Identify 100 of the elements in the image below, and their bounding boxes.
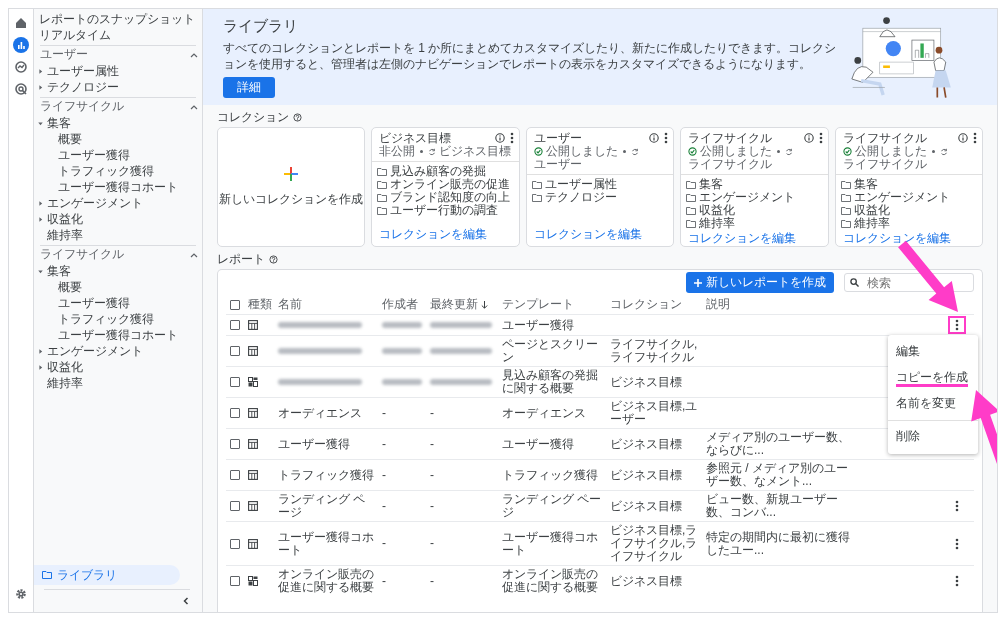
caret-right-icon[interactable] — [36, 214, 45, 224]
nav-item[interactable]: リアルタイム — [39, 27, 111, 43]
table-icon — [248, 439, 258, 449]
help-icon[interactable] — [269, 254, 278, 264]
more-icon[interactable] — [509, 132, 514, 144]
plus-icon — [284, 166, 299, 181]
separator-dot — [931, 150, 935, 153]
column-header[interactable]: コレクション — [610, 298, 682, 311]
chevron-up-icon[interactable] — [190, 51, 198, 58]
collection-title: ライフサイクル — [842, 131, 928, 145]
more-icon[interactable] — [664, 132, 669, 144]
menu-item[interactable]: 名前を変更 — [896, 396, 956, 413]
report-name[interactable]: ユーザー獲得コホート — [278, 530, 376, 557]
info-icon[interactable] — [803, 133, 814, 143]
home-icon[interactable] — [13, 15, 29, 31]
folder-label: 収益化 — [699, 204, 736, 217]
folder-icon — [686, 180, 697, 189]
dashboard-icon — [248, 576, 258, 586]
nav-item[interactable]: ユーザー属性 — [47, 63, 119, 79]
checkbox[interactable] — [230, 470, 240, 480]
report-name[interactable]: ユーザー獲得 — [278, 437, 376, 451]
library-nav-item[interactable]: ライブラリ — [34, 565, 180, 585]
caret-right-icon[interactable] — [36, 82, 45, 92]
info-icon[interactable] — [649, 133, 660, 143]
nav-item[interactable]: 収益化 — [47, 359, 83, 375]
chevron-up-icon[interactable] — [190, 251, 198, 258]
target-icon[interactable] — [13, 81, 29, 97]
nav-item[interactable]: ユーザー獲得 — [58, 147, 130, 163]
chevron-left-icon[interactable] — [182, 597, 190, 605]
more-icon — [955, 575, 959, 587]
more-icon[interactable] — [973, 132, 978, 144]
table-cell-text: ビジネス目標 — [610, 499, 683, 513]
collection-title: ユーザー — [533, 131, 583, 145]
arrow-down-icon[interactable] — [481, 300, 488, 309]
column-header[interactable]: 種類 — [248, 298, 272, 311]
nav-item[interactable]: 収益化 — [47, 211, 83, 227]
settings-icon[interactable] — [15, 588, 27, 600]
checkbox[interactable] — [230, 299, 240, 310]
nav-item[interactable]: 維持率 — [47, 227, 83, 243]
caret-right-icon[interactable] — [36, 346, 45, 356]
column-header[interactable]: 作成者 — [382, 298, 418, 311]
create-report-button[interactable]: 新しいレポートを作成 — [686, 272, 834, 293]
nav-item[interactable]: 概要 — [58, 279, 82, 295]
checkbox[interactable] — [230, 320, 240, 330]
edit-collection-link[interactable]: コレクションを編集 — [533, 226, 642, 243]
info-icon[interactable] — [494, 133, 505, 143]
menu-item[interactable]: コピーを作成 — [896, 370, 968, 387]
caret-right-icon[interactable] — [36, 198, 45, 208]
details-button[interactable]: 詳細 — [223, 77, 275, 99]
search-icon — [850, 278, 859, 287]
caret-right-icon[interactable] — [36, 66, 45, 76]
bar-chart-icon[interactable] — [13, 37, 29, 53]
folder-label: 維持率 — [853, 217, 890, 230]
nav-item[interactable]: 集客 — [47, 115, 71, 131]
nav-item[interactable]: トラフィック獲得 — [58, 163, 154, 179]
nav-item[interactable]: エンゲージメント — [47, 195, 143, 211]
collection-title: ライフサイクル — [688, 131, 774, 145]
checkbox[interactable] — [230, 538, 240, 549]
nav-item[interactable]: トラフィック獲得 — [58, 311, 154, 327]
folder-icon — [840, 180, 851, 189]
checkbox[interactable] — [230, 377, 240, 387]
more-icon[interactable] — [818, 132, 823, 144]
nav-item[interactable]: ユーザー獲得コホート — [58, 179, 178, 195]
checkbox[interactable] — [230, 439, 240, 449]
nav-item[interactable]: ユーザー獲得コホート — [58, 327, 178, 343]
nav-item[interactable]: テクノロジー — [47, 79, 119, 95]
checkbox[interactable] — [230, 501, 240, 511]
info-icon[interactable] — [958, 133, 969, 143]
edit-collection-link[interactable]: コレクションを編集 — [379, 226, 488, 243]
column-header[interactable]: 最終更新 — [430, 298, 478, 311]
caret-right-icon[interactable] — [36, 362, 45, 372]
checkbox[interactable] — [230, 408, 240, 418]
report-name[interactable]: トラフィック獲得 — [278, 468, 376, 482]
blurred-text — [430, 348, 492, 354]
checkbox[interactable] — [230, 346, 240, 356]
nav-item[interactable]: 概要 — [58, 131, 82, 147]
table-cell-text: メディア別のユーザー数、ならびに... — [706, 431, 851, 457]
edit-collection-link[interactable]: コレクションを編集 — [688, 230, 797, 247]
nav-item[interactable]: ユーザー獲得 — [58, 295, 130, 311]
section-header: ライフサイクル — [40, 246, 124, 263]
column-header[interactable]: テンプレート — [502, 298, 574, 311]
chevron-up-icon[interactable] — [190, 103, 198, 110]
column-header[interactable]: 説明 — [706, 298, 730, 311]
folder-icon — [377, 180, 388, 189]
chart-circle-icon[interactable] — [13, 59, 29, 75]
nav-item[interactable]: 維持率 — [47, 375, 83, 391]
menu-item[interactable]: 編集 — [896, 344, 920, 361]
sync-icon — [428, 147, 437, 156]
checkbox[interactable] — [230, 576, 240, 586]
nav-item[interactable]: レポートのスナップショット — [39, 11, 195, 27]
folder-label: テクノロジー — [544, 191, 617, 204]
new-collection-card[interactable]: 新しいコレクションを作成 — [217, 127, 366, 247]
report-name[interactable]: オンライン販売の促進に関する概要 — [278, 568, 376, 594]
menu-item[interactable]: 削除 — [896, 429, 920, 446]
nav-item[interactable]: エンゲージメント — [47, 343, 143, 359]
report-name[interactable]: オーディエンス — [278, 406, 376, 420]
help-icon[interactable] — [293, 112, 302, 122]
nav-item[interactable]: 集客 — [47, 263, 71, 279]
column-header[interactable]: 名前 — [278, 298, 302, 311]
report-name[interactable]: ランディング ページ — [278, 493, 376, 519]
